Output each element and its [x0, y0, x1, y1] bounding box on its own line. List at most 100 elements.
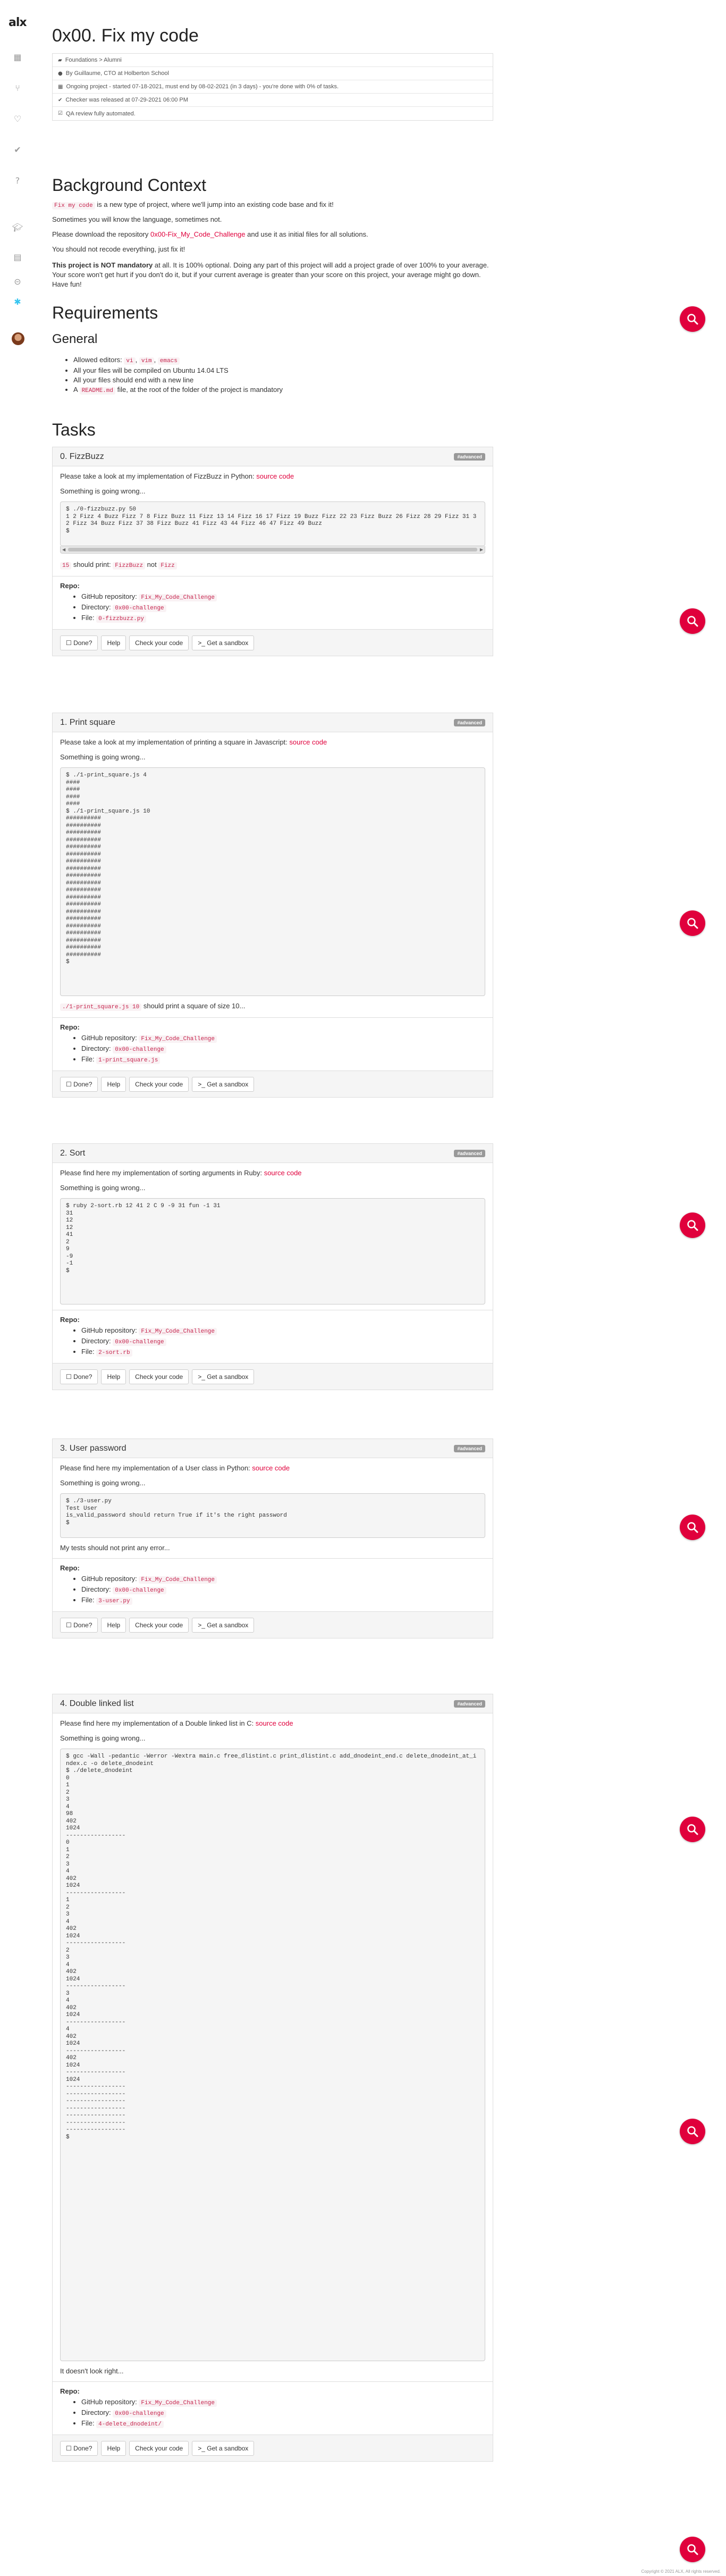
task-actions: ☐ Done? Help Check your code >_ Get a sa… — [53, 629, 493, 656]
search-button[interactable] — [680, 306, 705, 332]
scroll-thumb[interactable] — [68, 548, 477, 551]
inline-code: Fix_My_Code_Challenge — [139, 1328, 217, 1335]
inline-code: 4-delete_dnodeint/ — [96, 2421, 164, 2428]
sandbox-button[interactable]: >_ Get a sandbox — [192, 635, 255, 650]
search-button[interactable] — [680, 608, 705, 634]
done-button[interactable]: ☐ Done? — [60, 1369, 98, 1384]
check-icon[interactable]: ✔ — [12, 144, 23, 155]
inline-code: 0x00-challenge — [113, 605, 166, 612]
check-code-button[interactable]: Check your code — [129, 2440, 189, 2456]
button-label: Get a sandbox — [207, 1373, 249, 1381]
graduation-cap-icon[interactable]: 🎓︎ — [12, 221, 23, 233]
check-code-button[interactable]: Check your code — [129, 635, 189, 650]
source-code-link[interactable]: source code — [264, 1169, 302, 1177]
tasks-heading: Tasks — [52, 420, 96, 439]
sandbox-button[interactable]: >_ Get a sandbox — [192, 1076, 255, 1092]
context-paragraph: Please download the repository 0x00-Fix_… — [52, 230, 493, 239]
document-icon[interactable]: ▤ — [12, 251, 23, 263]
help-button[interactable]: Help — [101, 635, 126, 650]
horizontal-scrollbar[interactable]: ◀ ▶ — [60, 546, 485, 554]
terminal-icon: >_ — [198, 1373, 205, 1381]
source-code-link[interactable]: source code — [289, 738, 327, 746]
repo-key: Directory: — [81, 1585, 113, 1593]
repository-link[interactable]: 0x00-Fix_My_Code_Challenge — [150, 230, 246, 238]
search-button[interactable] — [680, 1817, 705, 1842]
list-item: Directory: 0x00-challenge — [81, 603, 485, 613]
help-button[interactable]: Help — [101, 1076, 126, 1092]
task-badge: #advanced — [454, 1444, 485, 1452]
task-intro: Please take a look at my implementation … — [60, 472, 485, 481]
task-title: 1. Print square — [60, 717, 116, 727]
avatar[interactable] — [12, 332, 24, 345]
sandbox-button[interactable]: >_ Get a sandbox — [192, 2440, 255, 2456]
list-item: All your files will be compiled on Ubunt… — [73, 366, 283, 375]
done-button[interactable]: ☐ Done? — [60, 635, 98, 650]
task-note: 15 should print: FizzBuzz not Fizz — [60, 560, 485, 571]
task-text: Something is going wrong... — [60, 487, 146, 495]
checkbox-icon: ☐ — [66, 1080, 72, 1088]
help-button[interactable]: Help — [101, 1369, 126, 1384]
sandbox-button[interactable]: >_ Get a sandbox — [192, 1617, 255, 1633]
button-label: Done? — [73, 1080, 92, 1088]
source-code-link[interactable]: source code — [252, 1464, 290, 1472]
task-intro: Please find here my implementation of a … — [60, 1463, 485, 1473]
repo-key: GitHub repository: — [81, 1326, 139, 1334]
question-icon[interactable]: ? — [12, 174, 23, 186]
checkbox-icon: ☐ — [66, 1373, 72, 1381]
calendar-icon[interactable]: ▦ — [12, 51, 23, 63]
sandbox-button[interactable]: >_ Get a sandbox — [192, 1369, 255, 1384]
inline-code: Fizz — [158, 562, 177, 570]
slack-icon[interactable]: ✱ — [12, 296, 23, 307]
task-badge: #advanced — [454, 1700, 485, 1708]
task-badge: #advanced — [454, 453, 485, 461]
inline-code: Fix_My_Code_Challenge — [139, 594, 217, 601]
help-button[interactable]: Help — [101, 2440, 126, 2456]
check-code-button[interactable]: Check your code — [129, 1617, 189, 1633]
terminal-icon: >_ — [198, 639, 205, 647]
task-header: 3. User password #advanced — [53, 1439, 493, 1458]
task-text: should print a square of size 10... — [141, 1002, 246, 1010]
repo-label: Repo: — [60, 1023, 80, 1031]
repo-key: File: — [81, 1055, 97, 1063]
terminal-output: $ ./3-user.py Test User is_valid_passwor… — [60, 1493, 485, 1538]
repo-key: GitHub repository: — [81, 2398, 139, 2406]
task-title: 0. FizzBuzz — [60, 451, 104, 461]
git-branch-icon[interactable]: ⑂ — [12, 82, 23, 94]
search-button[interactable] — [680, 2119, 705, 2144]
inline-code: ./1-print_square.js 10 — [60, 1003, 142, 1011]
scroll-right-icon[interactable]: ▶ — [480, 546, 483, 553]
source-code-link[interactable]: source code — [256, 472, 294, 480]
check-code-button[interactable]: Check your code — [129, 1369, 189, 1384]
check-code-button[interactable]: Check your code — [129, 1076, 189, 1092]
done-button[interactable]: ☐ Done? — [60, 1617, 98, 1633]
search-button[interactable] — [680, 910, 705, 936]
background-context-heading: Background Context — [52, 175, 206, 195]
task-panel: 2. Sort #advanced Please find here my imp… — [52, 1143, 493, 1390]
done-button[interactable]: ☐ Done? — [60, 2440, 98, 2456]
task-actions: ☐ Done? Help Check your code >_ Get a sa… — [53, 1363, 493, 1390]
task-panel: 0. FizzBuzz #advanced Please take a look … — [52, 447, 493, 656]
copyright-footer: Copyright © 2021 ALX, All rights reserve… — [641, 2569, 721, 2574]
search-button[interactable] — [680, 1515, 705, 1540]
task-badge: #advanced — [454, 718, 485, 726]
done-button[interactable]: ☐ Done? — [60, 1076, 98, 1092]
search-icon — [687, 314, 698, 325]
meta-curriculum: ▰ Foundations > Alumni — [53, 54, 493, 67]
task-panel: 3. User password #advanced Please find he… — [52, 1438, 493, 1638]
meta-text: By Guillaume, CTO at Holberton School — [65, 70, 169, 77]
repo-label: Repo: — [60, 1564, 80, 1572]
search-button[interactable] — [680, 1212, 705, 1238]
list-item: Directory: 0x00-challenge — [81, 2408, 485, 2419]
search-icon — [687, 1220, 698, 1231]
scroll-left-icon[interactable]: ◀ — [62, 546, 65, 553]
alx-logo[interactable]: alx — [9, 16, 27, 29]
search-button[interactable] — [680, 2537, 705, 2562]
help-button[interactable]: Help — [101, 1617, 126, 1633]
list-item: File: 0-fizzbuzz.py — [81, 613, 485, 624]
task-actions: ☐ Done? Help Check your code >_ Get a sa… — [53, 1070, 493, 1097]
thumbs-up-icon[interactable]: ♡ — [12, 113, 23, 124]
inline-code: Fix_My_Code_Challenge — [139, 1576, 217, 1584]
toggle-icon[interactable]: ⊝ — [12, 275, 23, 287]
task-header: 4. Double linked list #advanced — [53, 1694, 493, 1713]
source-code-link[interactable]: source code — [256, 1719, 293, 1727]
